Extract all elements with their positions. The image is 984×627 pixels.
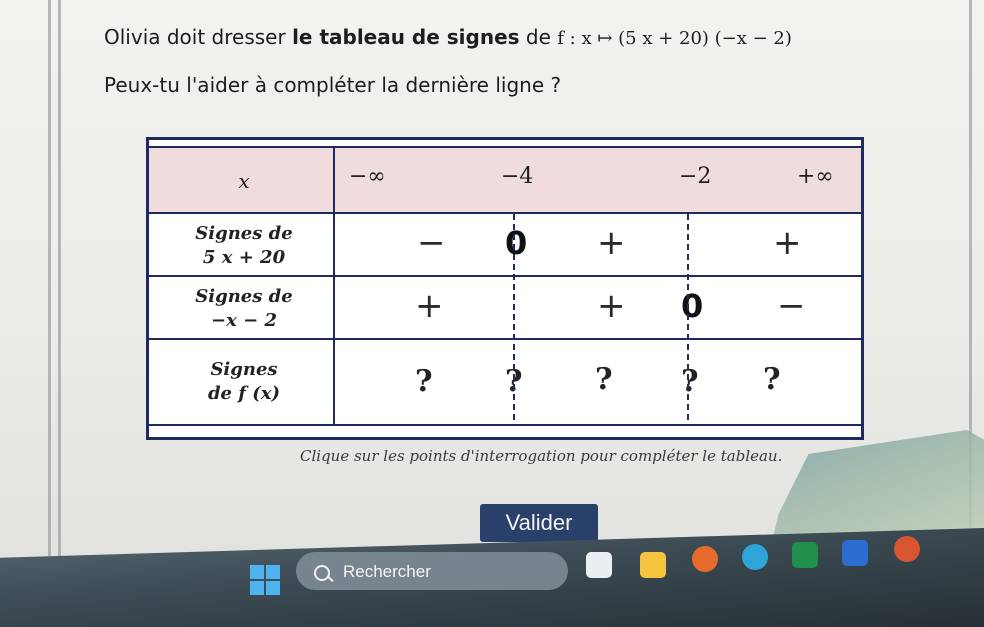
table-row-5x-plus-20: Signes de 5 x + 20 − 0 + +: [149, 212, 861, 277]
task-view-icon[interactable]: [586, 552, 612, 578]
word-icon[interactable]: [842, 540, 868, 566]
file-explorer-icon[interactable]: [640, 552, 666, 578]
search-icon: [314, 565, 330, 581]
row-label-line2: 5 x + 20: [202, 246, 286, 268]
header-value-minus-4: −4: [501, 164, 534, 189]
exercise-page: Olivia doit dresser le tableau de signes…: [0, 0, 984, 560]
separator-line-minus-4: [513, 214, 515, 420]
row-label-line1: Signes de: [195, 285, 293, 307]
edge-icon[interactable]: [742, 544, 768, 570]
row-label-line2: −x − 2: [211, 309, 277, 331]
sign-table: x −∞ −4 −2 +∞ Signes de 5 x + 20 − 0 + +: [146, 137, 864, 440]
taskbar-search-input[interactable]: [296, 552, 568, 590]
window-frame-rail: [48, 0, 51, 560]
instruction-hint: Clique sur les points d'interrogation po…: [300, 447, 783, 465]
table-row-minus-x-minus-2: Signes de −x − 2 + + 0 −: [149, 275, 861, 340]
separator-line-minus-2: [687, 214, 689, 420]
window-frame-rail: [58, 0, 61, 560]
excel-icon[interactable]: [792, 542, 818, 568]
question-mark-button[interactable]: ?: [415, 364, 433, 399]
search-placeholder: Rechercher: [343, 562, 431, 581]
sign-cell: +: [773, 223, 802, 263]
sign-cell: −: [417, 223, 446, 263]
header-x-label: x: [155, 148, 335, 214]
header-value-minus-2: −2: [679, 164, 712, 189]
exercise-instruction: Peux-tu l'aider à compléter la dernière …: [104, 73, 562, 97]
question-middle: de: [519, 25, 558, 49]
row-label-line2: de f (x): [207, 383, 281, 404]
sign-cell: +: [415, 286, 444, 326]
firefox-icon[interactable]: [692, 546, 718, 572]
validate-button[interactable]: Valider: [480, 504, 598, 542]
row-label: Signes de 5 x + 20: [155, 214, 335, 277]
sign-cell: +: [597, 286, 626, 326]
zero-marker: 0: [681, 287, 704, 325]
exercise-question: Olivia doit dresser le tableau de signes…: [104, 23, 792, 53]
header-value-minus-infinity: −∞: [349, 164, 386, 189]
function-expression: f : x ↦ (5 x + 20) (−x − 2): [557, 28, 792, 49]
sign-cell: +: [597, 223, 626, 263]
header-value-plus-infinity: +∞: [797, 164, 834, 189]
table-row-f-of-x: Signes de f (x) ? ? ? ? ?: [149, 338, 861, 426]
row-label: Signes de −x − 2: [155, 277, 335, 340]
zero-marker: 0: [505, 224, 528, 262]
table-header-row: x −∞ −4 −2 +∞: [149, 146, 861, 214]
windows-start-icon[interactable]: [250, 565, 280, 595]
question-bold: le tableau de signes: [292, 25, 520, 49]
question-mark-button[interactable]: ?: [763, 362, 781, 397]
sign-cell: −: [777, 286, 806, 326]
question-prefix: Olivia doit dresser: [104, 25, 293, 49]
question-mark-button[interactable]: ?: [681, 364, 699, 399]
row-label-line1: Signes: [210, 359, 278, 380]
powerpoint-icon[interactable]: [894, 536, 920, 562]
row-label-line1: Signes de: [195, 222, 293, 244]
question-mark-button[interactable]: ?: [595, 362, 613, 397]
row-label: Signes de f (x): [155, 340, 335, 424]
